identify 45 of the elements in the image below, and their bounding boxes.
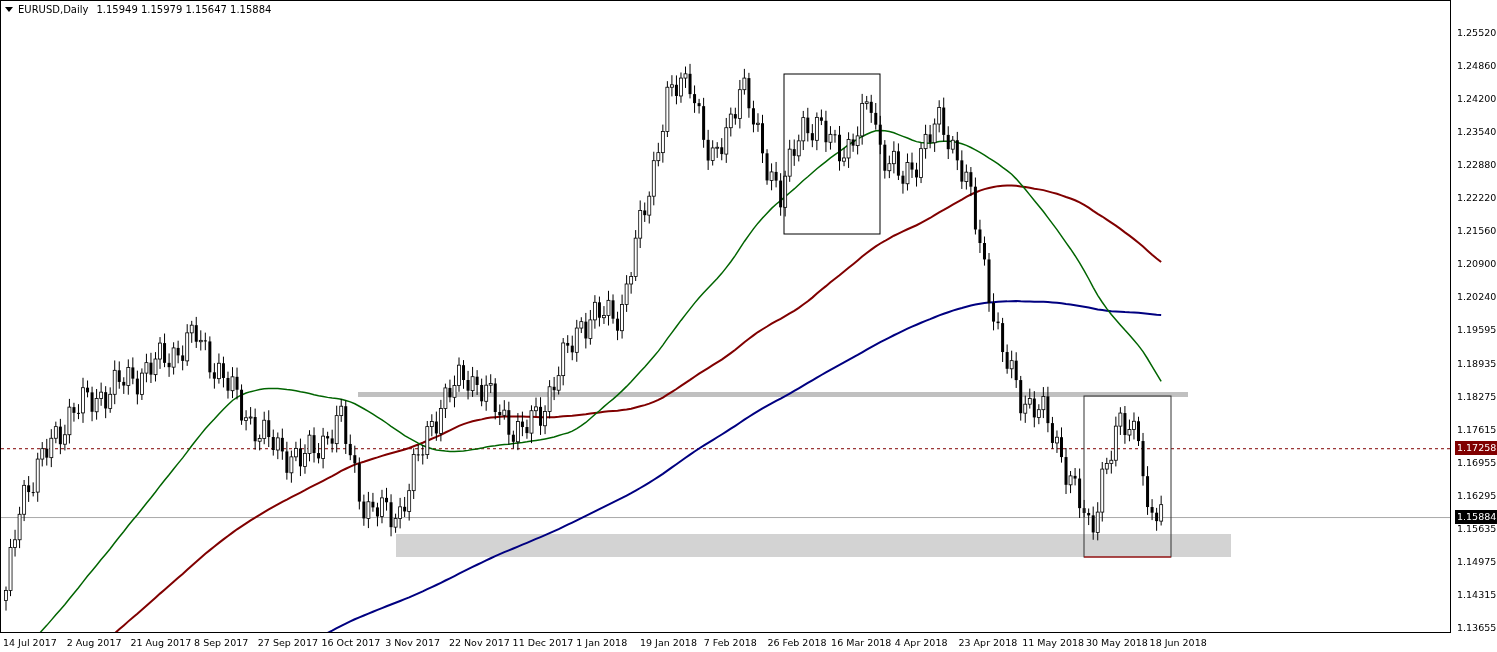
price-label: 1.19595 xyxy=(1457,324,1497,336)
price-label: 1.15635 xyxy=(1457,522,1497,534)
time-label: 4 Apr 2018 xyxy=(894,637,948,648)
dropdown-triangle-icon[interactable] xyxy=(5,6,13,13)
time-label: 23 Apr 2018 xyxy=(958,637,1018,648)
time-label: 14 Jul 2017 xyxy=(3,637,57,648)
rectangle-drawing[interactable] xyxy=(1083,395,1172,558)
price-label: 1.14975 xyxy=(1457,555,1497,567)
price-label: 1.13655 xyxy=(1457,621,1497,633)
time-label: 22 Nov 2017 xyxy=(448,637,510,648)
price-label: 1.16295 xyxy=(1457,489,1497,501)
price-label: 1.21560 xyxy=(1457,225,1497,237)
price-label: 1.20240 xyxy=(1457,291,1497,303)
price-label: 1.22880 xyxy=(1457,159,1497,171)
time-label: 11 May 2018 xyxy=(1022,637,1085,648)
time-label: 30 May 2018 xyxy=(1085,637,1148,648)
price-marker: 1.15884 xyxy=(1455,509,1497,524)
time-label: 7 Feb 2018 xyxy=(703,637,757,648)
time-label: 26 Feb 2018 xyxy=(767,637,827,648)
time-label: 11 Dec 2017 xyxy=(512,637,574,648)
chart-symbol: EURUSD,Daily xyxy=(18,4,89,15)
time-label: 3 Nov 2017 xyxy=(385,637,440,648)
price-label: 1.16955 xyxy=(1457,456,1497,468)
price-marker: 1.17258 xyxy=(1455,440,1497,455)
time-label: 18 Jun 2018 xyxy=(1149,637,1207,648)
time-label: 8 Sep 2017 xyxy=(194,637,249,648)
price-label: 1.14315 xyxy=(1457,588,1497,600)
price-label: 1.24860 xyxy=(1457,60,1497,72)
price-label: 1.18935 xyxy=(1457,357,1497,369)
time-label: 16 Mar 2018 xyxy=(831,637,892,648)
rectangle-drawing[interactable] xyxy=(783,73,881,235)
price-label: 1.23540 xyxy=(1457,126,1497,138)
price-label: 1.18275 xyxy=(1457,390,1497,402)
time-label: 2 Aug 2017 xyxy=(66,637,122,648)
time-label: 19 Jan 2018 xyxy=(640,637,697,648)
time-label: 21 Aug 2017 xyxy=(130,637,192,648)
price-label: 1.20900 xyxy=(1457,258,1497,270)
time-label: 27 Sep 2017 xyxy=(257,637,318,648)
ohlc-values: 1.15949 1.15979 1.15647 1.15884 xyxy=(96,4,272,15)
price-label: 1.17615 xyxy=(1457,423,1497,435)
price-label: 1.22220 xyxy=(1457,192,1497,204)
price-label: 1.24200 xyxy=(1457,93,1497,105)
price-label: 1.25520 xyxy=(1457,27,1497,38)
time-label: 1 Jan 2018 xyxy=(576,637,628,648)
time-label: 16 Oct 2017 xyxy=(321,637,381,648)
